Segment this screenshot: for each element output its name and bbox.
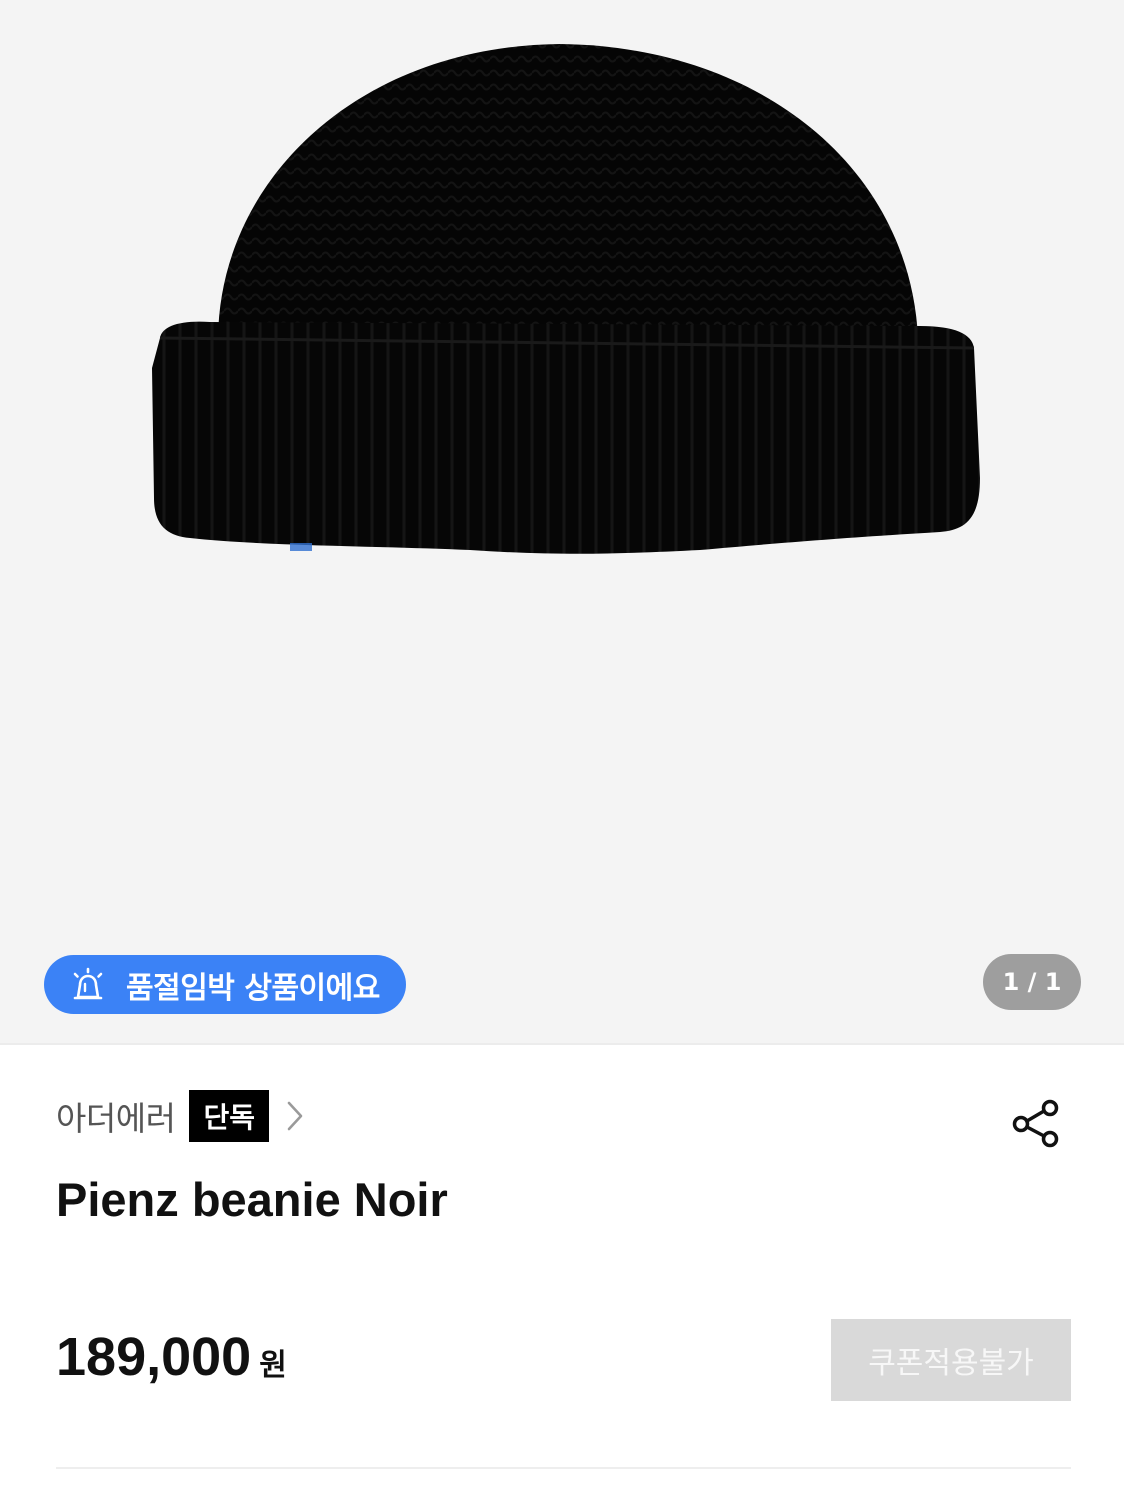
- product-image-gallery[interactable]: 품절임박 상품이에요 1 / 1: [0, 0, 1124, 1045]
- chevron-right-icon[interactable]: [285, 1099, 305, 1133]
- price-unit: 원: [259, 1348, 287, 1383]
- coupon-unavailable-button[interactable]: 쿠폰적용불가: [831, 1319, 1071, 1401]
- image-counter: 1 / 1: [983, 954, 1081, 1010]
- share-icon[interactable]: [1010, 1098, 1062, 1150]
- brand-name[interactable]: 아더에러: [56, 1092, 176, 1140]
- exclusive-tag: 단독: [189, 1090, 269, 1142]
- product-image-beanie[interactable]: [140, 38, 990, 568]
- product-title: Pienz beanie Noir: [56, 1173, 448, 1226]
- siren-icon: [73, 967, 103, 999]
- brand-link[interactable]: 아더에러 단독: [56, 1090, 305, 1142]
- price-value: 189,000: [56, 1327, 252, 1387]
- price: 189,000 원: [56, 1326, 287, 1388]
- low-stock-badge: 품절임박 상품이에요: [44, 955, 406, 1014]
- low-stock-label: 품절임박 상품이에요: [126, 970, 380, 1006]
- divider: [56, 1467, 1071, 1469]
